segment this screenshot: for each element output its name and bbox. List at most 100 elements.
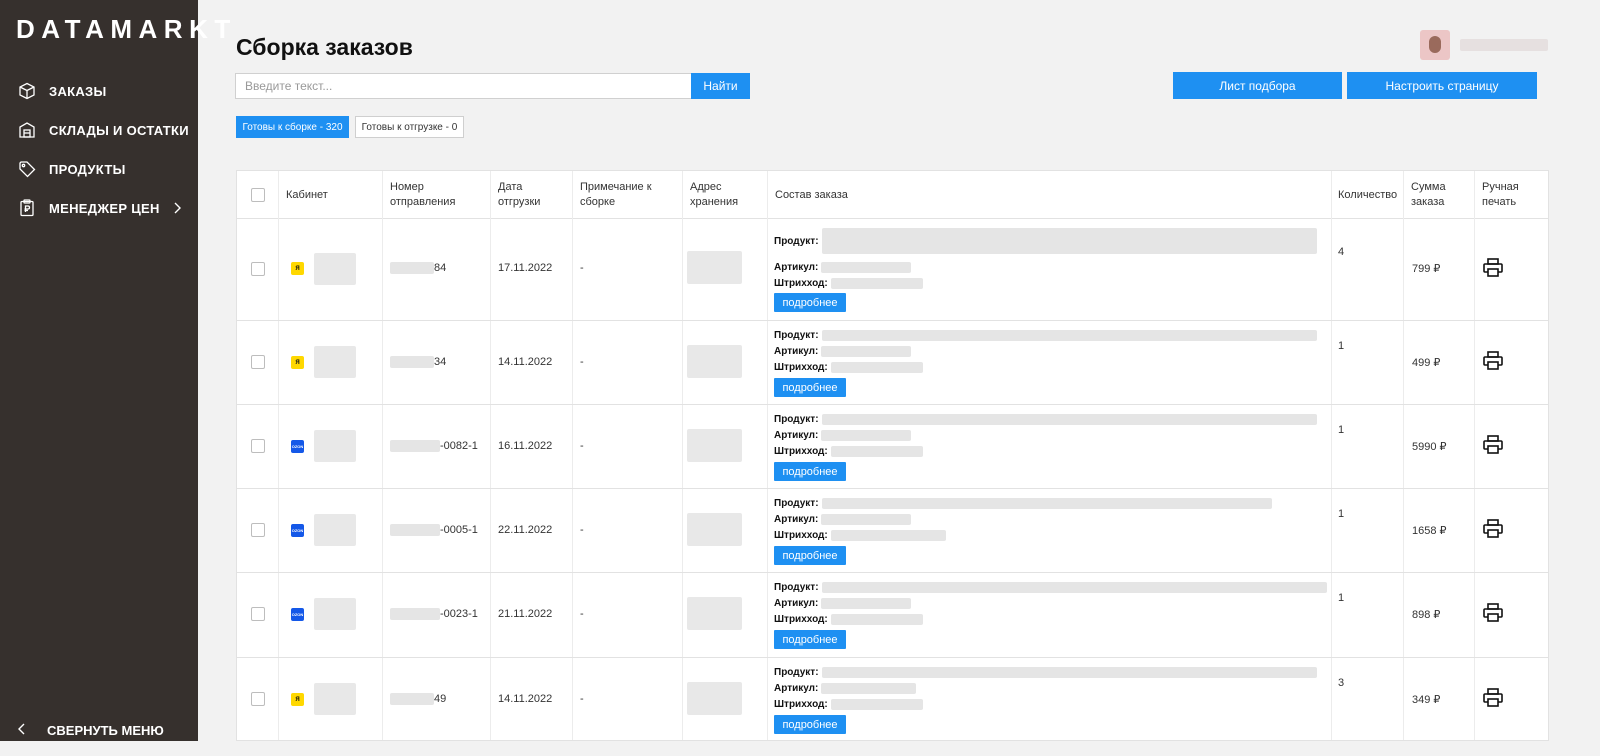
select-cell (237, 573, 279, 657)
address-cell (683, 219, 768, 320)
address-cell (683, 658, 768, 740)
row-checkbox[interactable] (251, 523, 265, 537)
composition-cell: Продукт: Артикул: Штрихход: подробнее (768, 321, 1332, 404)
composition-cell: Продукт: Артикул: Штрихход: подробнее (768, 405, 1332, 488)
print-cell (1475, 573, 1548, 657)
address-cell (683, 405, 768, 488)
row-checkbox[interactable] (251, 262, 265, 276)
barcode-line: Штрихход: (774, 446, 923, 457)
header-cell: Адрес хранения (683, 171, 768, 219)
yandex-market-icon: Я (291, 262, 304, 275)
header-cell: Кабинет (279, 171, 383, 219)
ozon-icon: OZON (291, 608, 304, 621)
warehouse-icon (17, 120, 37, 140)
shipment-cell: 34 (383, 321, 491, 404)
printer-icon[interactable] (1483, 258, 1503, 280)
orders-table: Кабинет Номер отправления Дата отгрузки … (236, 170, 1549, 741)
collapse-menu-button[interactable]: СВЕРНУТЬ МЕНЮ (0, 718, 198, 742)
select-cell (237, 405, 279, 488)
shipment-cell: 84 (383, 219, 491, 320)
shipment-date: 21.11.2022 (498, 608, 553, 620)
order-sum: 898 ₽ (1412, 609, 1441, 621)
cabinet-cell: Я (279, 658, 383, 740)
shipment-cell: -0082-1 (383, 405, 491, 488)
search-input[interactable] (235, 73, 692, 99)
find-button[interactable]: Найти (691, 73, 750, 99)
shipment-date: 16.11.2022 (498, 440, 553, 452)
tab-ready-to-ship[interactable]: Готовы к отгрузке - 0 (355, 116, 464, 138)
sidebar-item-label: МЕНЕДЖЕР ЦЕН (49, 200, 160, 216)
ozon-icon: OZON (291, 440, 304, 453)
user-menu[interactable] (1420, 28, 1556, 62)
more-button[interactable]: подробнее (774, 715, 846, 734)
more-button[interactable]: подробнее (774, 462, 846, 481)
print-cell (1475, 321, 1548, 404)
shipment-cell: -0023-1 (383, 573, 491, 657)
setup-page-button[interactable]: Настроить страницу (1347, 72, 1537, 99)
sum-cell: 499 ₽ (1404, 321, 1475, 404)
quantity: 1 (1338, 424, 1345, 436)
printer-icon[interactable] (1483, 688, 1503, 710)
quantity-cell: 1 (1332, 405, 1404, 488)
table-header: Кабинет Номер отправления Дата отгрузки … (237, 171, 1548, 219)
shipment-cell: 49 (383, 658, 491, 740)
product-line: Продукт: (774, 330, 1317, 341)
quantity: 1 (1338, 508, 1345, 520)
printer-icon[interactable] (1483, 435, 1503, 457)
row-checkbox[interactable] (251, 355, 265, 369)
article-line: Артикул: (774, 262, 912, 273)
printer-icon[interactable] (1483, 351, 1503, 373)
product-line: Продукт: (774, 414, 1317, 425)
sidebar-item-orders[interactable]: ЗАКАЗЫ (0, 77, 198, 105)
order-sum: 499 ₽ (1412, 357, 1441, 369)
article-line: Артикул: (774, 430, 912, 441)
storage-address (687, 345, 742, 378)
row-checkbox[interactable] (251, 439, 265, 453)
print-cell (1475, 658, 1548, 740)
header-cell: Дата отгрузки (491, 171, 573, 219)
select-cell (237, 658, 279, 740)
assembly-note: - (580, 608, 584, 620)
avatar (1420, 30, 1450, 60)
assembly-note: - (580, 524, 584, 536)
shipment-number: 34 (390, 356, 446, 368)
address-cell (683, 489, 768, 572)
yandex-market-icon: Я (291, 693, 304, 706)
more-button[interactable]: подробнее (774, 378, 846, 397)
select-all-checkbox[interactable] (250, 188, 265, 202)
cabinet-name (314, 514, 356, 546)
printer-icon[interactable] (1483, 519, 1503, 541)
row-checkbox[interactable] (251, 607, 265, 621)
sidebar-item-warehouses[interactable]: СКЛАДЫ И ОСТАТКИ (0, 116, 198, 144)
date-cell: 14.11.2022 (491, 321, 573, 404)
header-cell: Количество (1332, 171, 1404, 219)
more-button[interactable]: подробнее (774, 630, 846, 649)
shipment-number: -0023-1 (390, 608, 478, 620)
printer-icon[interactable] (1483, 603, 1503, 625)
more-button[interactable]: подробнее (774, 293, 846, 312)
cabinet-name (314, 253, 356, 285)
quantity-cell: 1 (1332, 489, 1404, 572)
barcode-line: Штрихход: (774, 278, 923, 289)
collapse-menu-label: СВЕРНУТЬ МЕНЮ (47, 722, 164, 738)
order-sum: 349 ₽ (1412, 694, 1441, 706)
more-button[interactable]: подробнее (774, 546, 846, 565)
logo: DATAMARKT (16, 14, 237, 44)
shipment-cell: -0005-1 (383, 489, 491, 572)
shipment-number: -0005-1 (390, 524, 478, 536)
pick-list-button[interactable]: Лист подбора (1173, 72, 1342, 99)
assembly-note: - (580, 262, 584, 274)
row-checkbox[interactable] (251, 692, 265, 706)
sidebar-item-label: ПРОДУКТЫ (49, 161, 126, 177)
quantity: 4 (1338, 246, 1345, 258)
sidebar-item-price-manager[interactable]: МЕНЕДЖЕР ЦЕН (0, 194, 198, 222)
yandex-market-icon: Я (291, 356, 304, 369)
header-cell: Примечание к сборке (573, 171, 683, 219)
date-cell: 21.11.2022 (491, 573, 573, 657)
quantity-cell: 1 (1332, 321, 1404, 404)
tab-ready-to-assemble[interactable]: Готовы к сборке - 320 (236, 116, 349, 138)
header-cell: Состав заказа (768, 171, 1332, 219)
article-line: Артикул: (774, 683, 917, 694)
address-cell (683, 321, 768, 404)
sidebar-item-products[interactable]: ПРОДУКТЫ (0, 155, 198, 183)
